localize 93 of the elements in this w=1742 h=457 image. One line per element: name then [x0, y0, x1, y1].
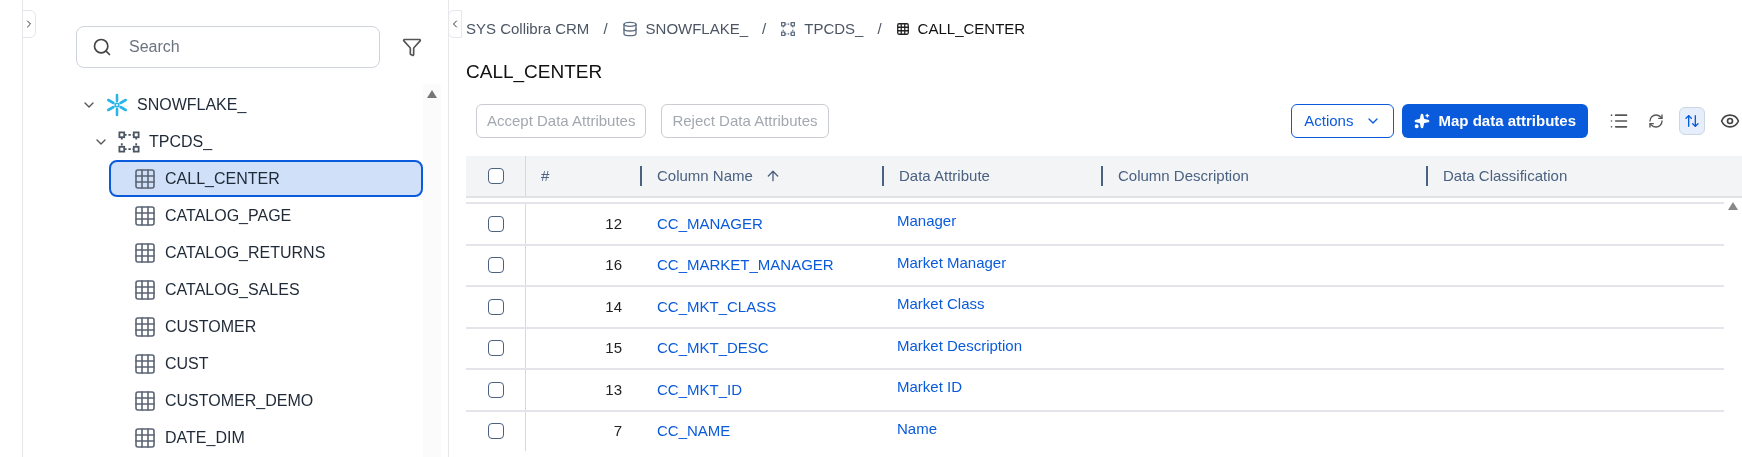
schema-icon [780, 21, 797, 37]
list-icon[interactable] [1609, 111, 1629, 131]
row-height-button[interactable] [1679, 107, 1705, 135]
table-row[interactable]: 13 CC_MKT_ID Market ID [466, 368, 1724, 410]
breadcrumb-separator: / [603, 18, 608, 39]
row-number: 16 [605, 255, 622, 275]
breadcrumb-separator: / [762, 18, 767, 39]
tree-item-label: CATALOG_RETURNS [165, 242, 326, 263]
table-row[interactable]: 12 CC_MANAGER Manager [466, 202, 1724, 244]
column-header[interactable]: Data Attribute [899, 164, 990, 188]
eye-icon[interactable] [1720, 111, 1740, 131]
breadcrumb-link[interactable]: SNOWFLAKE_ [621, 17, 749, 41]
table-icon [133, 425, 157, 450]
search-field[interactable]: Search [76, 26, 380, 68]
tree-item-label: CUSTOMER_DEMO [165, 390, 314, 411]
breadcrumb-link[interactable]: SYS Collibra CRM [466, 17, 590, 41]
column-name-link[interactable]: CC_MANAGER [657, 212, 763, 235]
data-attribute-link[interactable]: Name [897, 417, 937, 440]
row-checkbox[interactable] [487, 381, 504, 398]
table-icon [133, 277, 157, 302]
tree-item-label: CATALOG_SALES [165, 279, 300, 300]
data-attribute-link[interactable]: Manager [897, 210, 957, 233]
table-icon [133, 203, 157, 228]
row-number: 7 [613, 421, 622, 441]
table-row[interactable]: 14 CC_MKT_CLASS Market Class [466, 285, 1724, 327]
breadcrumb-separator: / [877, 18, 882, 39]
data-attribute-link[interactable]: Market ID [897, 376, 962, 399]
select-all-checkbox[interactable] [487, 168, 504, 184]
tree-item[interactable]: SNOWFLAKE_ [23, 86, 423, 123]
search-icon [92, 37, 112, 57]
column-header[interactable]: # [541, 164, 550, 188]
table-row[interactable]: 15 CC_MKT_DESC Market Description [466, 326, 1724, 368]
data-attribute-link[interactable]: Market Manager [897, 251, 1007, 274]
tree-item-label: DATE_DIM [165, 427, 245, 448]
scrollbar[interactable] [423, 84, 441, 457]
row-checkbox[interactable] [487, 298, 504, 315]
tree-item[interactable]: CUSTOMER_DEMO [109, 382, 423, 419]
breadcrumb-link[interactable]: CALL_CENTER [895, 17, 1026, 41]
table-row[interactable]: 7 CC_NAME Name [466, 409, 1724, 451]
row-number: 14 [605, 296, 622, 317]
table-row[interactable]: 16 CC_MARKET_MANAGER Market Manager [466, 243, 1724, 285]
table-icon [895, 22, 910, 36]
scroll-up-icon[interactable] [1728, 202, 1738, 210]
table-icon [133, 314, 157, 339]
data-attribute-link[interactable]: Market Class [897, 293, 985, 316]
tree-item-label: CATALOG_PAGE [165, 205, 292, 226]
row-checkbox[interactable] [487, 215, 504, 232]
table-icon [133, 240, 157, 265]
row-number: 15 [605, 338, 622, 358]
collapse-button[interactable] [448, 10, 462, 38]
refresh-icon[interactable] [1648, 113, 1664, 129]
tree-item-label: CUSTOMER [165, 316, 257, 337]
expand-button[interactable] [22, 10, 36, 38]
map-attributes-button[interactable]: Map data attributes [1402, 104, 1588, 138]
tree-item[interactable]: CUST [109, 345, 423, 382]
row-number: 13 [605, 379, 622, 400]
table-icon [133, 351, 157, 376]
tree-item[interactable]: CATALOG_RETURNS [109, 234, 423, 271]
column-name-link[interactable]: CC_MKT_CLASS [657, 295, 777, 318]
sparkles-icon [1414, 113, 1431, 129]
actions-button[interactable]: Actions [1291, 104, 1395, 138]
tree-item-label: TPCDS_ [149, 131, 213, 152]
table-icon [133, 166, 157, 191]
table-icon [133, 388, 157, 413]
row-checkbox[interactable] [487, 340, 504, 357]
column-name-link[interactable]: CC_MKT_ID [657, 378, 742, 401]
tree-item[interactable]: CALL_CENTER [109, 160, 423, 197]
tree-item-label: CUST [165, 353, 209, 374]
column-header[interactable]: Column Name [657, 164, 781, 188]
vertical-arrows-icon [1684, 113, 1700, 129]
tree-item-label: SNOWFLAKE_ [137, 94, 247, 115]
snowflake-icon [105, 92, 129, 117]
data-attribute-link[interactable]: Market Description [897, 334, 1023, 357]
column-header[interactable]: Data Classification [1443, 164, 1568, 188]
column-name-link[interactable]: CC_NAME [657, 420, 731, 443]
tree-item[interactable]: CATALOG_SALES [109, 271, 423, 308]
breadcrumb-link[interactable]: TPCDS_ [780, 17, 864, 41]
column-name-link[interactable]: CC_MKT_DESC [657, 337, 769, 360]
schema-icon [117, 129, 141, 154]
tree-item[interactable]: CATALOG_PAGE [109, 197, 423, 234]
row-number: 12 [605, 213, 622, 234]
tree-item[interactable]: DATE_DIM [109, 419, 423, 456]
page-title: CALL_CENTER [466, 60, 604, 84]
database-icon [621, 21, 638, 37]
row-checkbox[interactable] [487, 423, 504, 440]
column-name-link[interactable]: CC_MARKET_MANAGER [657, 254, 834, 277]
tree-item[interactable]: CUSTOMER [109, 308, 423, 345]
tree-item-label: CALL_CENTER [165, 168, 280, 189]
scroll-up-icon[interactable] [427, 90, 437, 98]
column-header[interactable]: Column Description [1118, 164, 1249, 188]
filter-icon[interactable] [402, 37, 422, 57]
tree-item[interactable]: TPCDS_ [23, 123, 423, 160]
row-checkbox[interactable] [487, 257, 504, 274]
